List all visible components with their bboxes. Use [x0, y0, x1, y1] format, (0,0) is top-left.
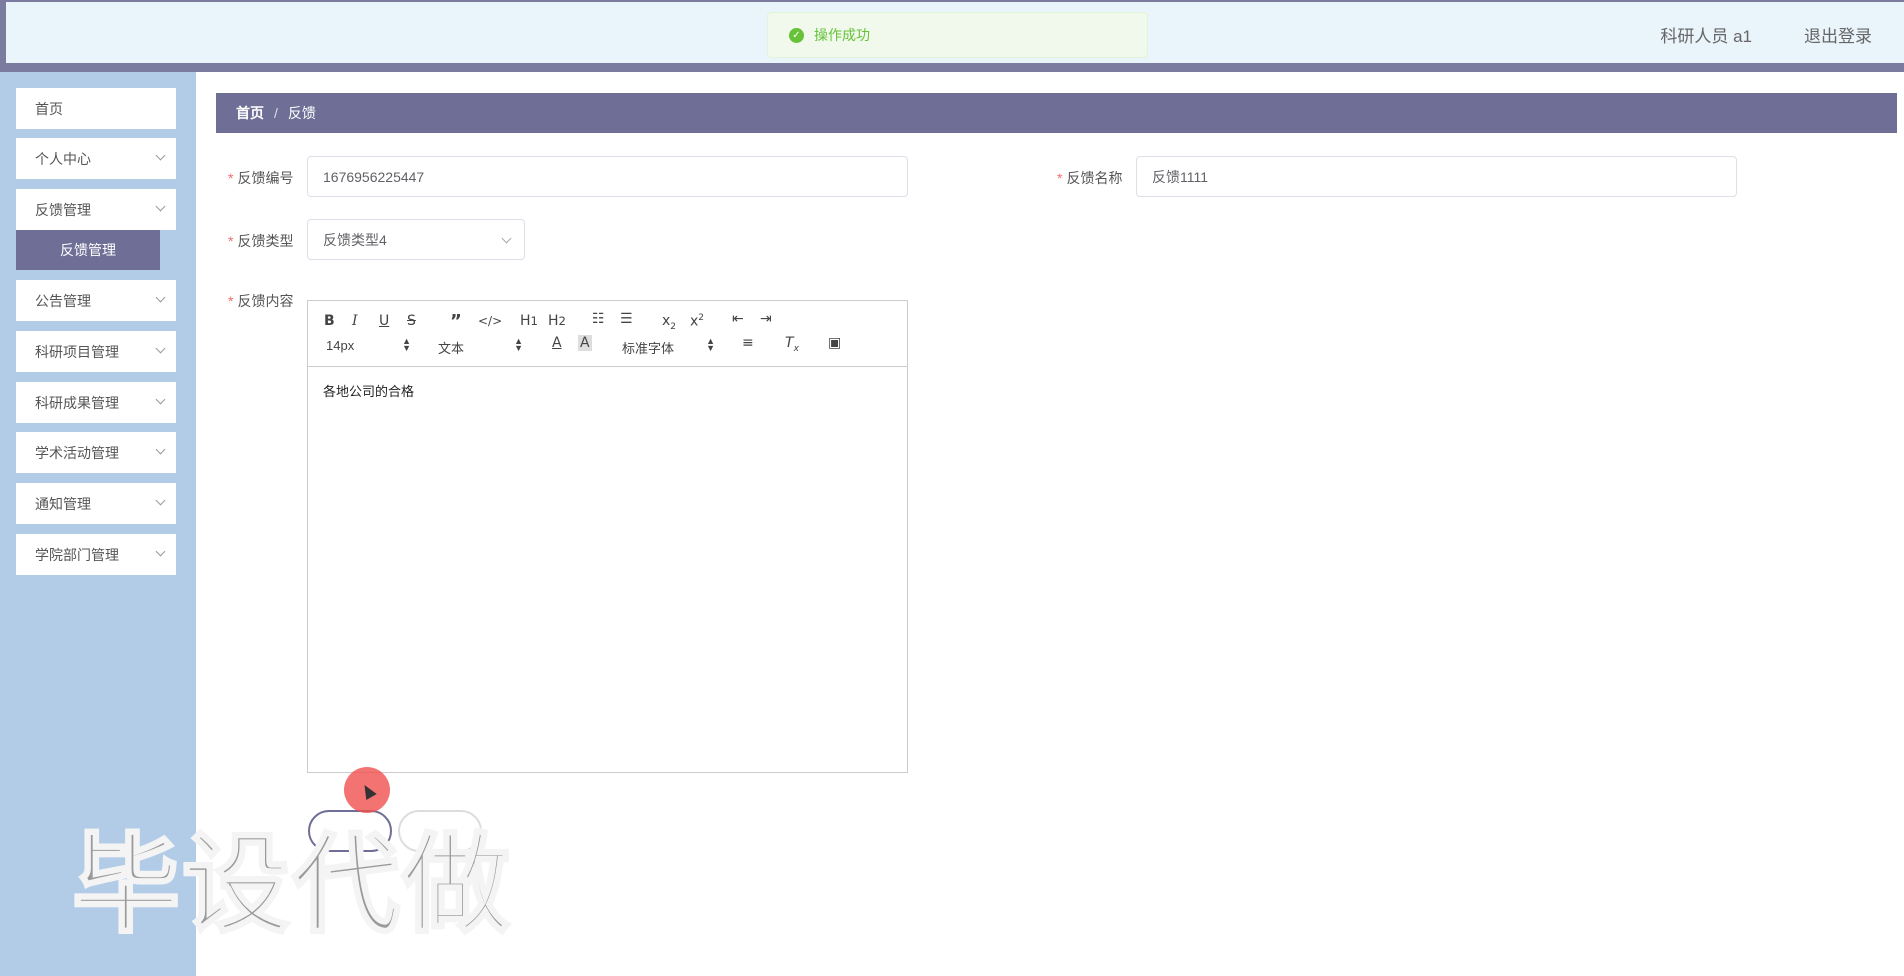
- sidebar-item-department-management[interactable]: 学院部门管理: [16, 534, 176, 575]
- font-color-icon[interactable]: A: [552, 335, 562, 351]
- check-circle-icon: ✓: [789, 27, 804, 43]
- outdent-icon[interactable]: ⇤: [732, 311, 744, 327]
- breadcrumb-separator: /: [274, 105, 278, 121]
- sidebar-item-personal-center[interactable]: 个人中心: [16, 138, 176, 179]
- editor-content[interactable]: 各地公司的合格: [323, 381, 414, 400]
- chevron-down-icon: [155, 394, 166, 405]
- sidebar-item-research-project-management[interactable]: 科研项目管理: [16, 331, 176, 372]
- current-user: 科研人员 a1: [1660, 27, 1752, 46]
- superscript-icon[interactable]: x2: [690, 313, 704, 330]
- sidebar-item-label: 公告管理: [35, 292, 91, 309]
- feedback-content-label: * 反馈内容: [228, 293, 294, 309]
- background-color-icon[interactable]: A: [578, 335, 592, 351]
- sort-arrows-icon: ▲ ▼: [514, 336, 523, 353]
- image-icon[interactable]: ▣: [828, 335, 841, 351]
- align-left-icon[interactable]: ≡: [742, 335, 754, 351]
- strikethrough-icon[interactable]: S: [407, 313, 416, 329]
- sidebar-item-label: 学术活动管理: [35, 444, 119, 461]
- sidebar-item-label: 科研成果管理: [35, 394, 119, 411]
- chevron-down-icon: [155, 201, 166, 212]
- sidebar-item-label: 通知管理: [35, 495, 91, 512]
- sidebar-item-label: 学院部门管理: [35, 546, 119, 563]
- sidebar-item-feedback-management[interactable]: 反馈管理: [16, 189, 176, 230]
- sidebar-item-research-result-management[interactable]: 科研成果管理: [16, 382, 176, 423]
- feedback-name-input[interactable]: 反馈1111: [1136, 156, 1737, 197]
- heading2-icon[interactable]: H2: [548, 313, 566, 329]
- sidebar-item-home[interactable]: 首页: [16, 88, 176, 129]
- toast-message: 操作成功: [814, 27, 870, 43]
- sidebar-item-label: 首页: [35, 100, 63, 117]
- sidebar-item-label: 反馈管理: [35, 201, 91, 218]
- sidebar-item-academic-activity-management[interactable]: 学术活动管理: [16, 432, 176, 473]
- chevron-down-icon: [501, 233, 512, 244]
- breadcrumb: 首页 / 反馈: [216, 93, 1897, 133]
- rich-text-editor: B I U S ” </> H1 H2 ☷ ☰ x2 x2 ⇤ ⇥ 14px ▲…: [307, 300, 908, 773]
- breadcrumb-home[interactable]: 首页: [236, 103, 264, 123]
- sort-arrows-icon: ▲ ▼: [402, 336, 411, 353]
- feedback-type-label: * 反馈类型: [228, 233, 294, 249]
- chevron-down-icon: [155, 444, 166, 455]
- sidebar-item-label: 个人中心: [35, 150, 91, 167]
- underline-icon[interactable]: U: [379, 313, 389, 329]
- bold-icon[interactable]: B: [324, 313, 335, 329]
- success-toast: ✓ 操作成功: [767, 12, 1148, 58]
- feedback-type-value: 反馈类型4: [323, 231, 387, 248]
- sidebar-subitem-feedback-management[interactable]: 反馈管理: [16, 230, 160, 270]
- subscript-icon[interactable]: x2: [662, 313, 676, 332]
- font-size-select[interactable]: 14px ▲ ▼: [326, 336, 411, 354]
- heading1-icon[interactable]: H1: [520, 313, 538, 329]
- chevron-down-icon: [155, 546, 166, 557]
- chevron-down-icon: [155, 495, 166, 506]
- feedback-no-input[interactable]: 1676956225447: [307, 156, 908, 197]
- logout-link[interactable]: 退出登录: [1804, 22, 1872, 47]
- sort-arrows-icon: ▲ ▼: [706, 336, 715, 353]
- chevron-down-icon: [155, 150, 166, 161]
- clear-format-icon[interactable]: Tx: [785, 335, 799, 354]
- sidebar-item-notice-management[interactable]: 公告管理: [16, 280, 176, 321]
- chevron-down-icon: [155, 343, 166, 354]
- feedback-name-label: * 反馈名称: [1057, 170, 1123, 186]
- sidebar-item-label: 科研项目管理: [35, 343, 119, 360]
- code-block-icon[interactable]: </>: [478, 314, 502, 328]
- italic-icon[interactable]: I: [352, 313, 358, 329]
- breadcrumb-current: 反馈: [287, 105, 316, 121]
- font-family-select[interactable]: 标准字体 ▲ ▼: [622, 336, 715, 357]
- feedback-no-label: * 反馈编号: [228, 170, 294, 186]
- feedback-type-select[interactable]: 反馈类型4: [307, 219, 525, 260]
- indent-icon[interactable]: ⇥: [760, 311, 772, 327]
- chevron-down-icon: [155, 292, 166, 303]
- editor-toolbar: B I U S ” </> H1 H2 ☷ ☰ x2 x2 ⇤ ⇥ 14px ▲…: [308, 301, 907, 367]
- watermark: 毕设代做: [70, 822, 513, 950]
- bullet-list-icon[interactable]: ☰: [620, 311, 633, 327]
- sidebar-item-notification-management[interactable]: 通知管理: [16, 483, 176, 524]
- header-select[interactable]: 文本 ▲ ▼: [438, 336, 523, 357]
- blockquote-icon[interactable]: ”: [450, 311, 462, 332]
- ordered-list-icon[interactable]: ☷: [592, 311, 605, 327]
